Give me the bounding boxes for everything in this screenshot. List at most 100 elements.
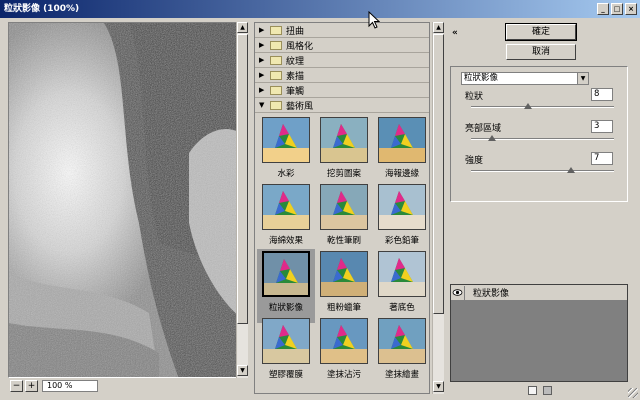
filter-select[interactable]: 粒狀影像 ▼ — [461, 72, 589, 85]
resize-grip-icon[interactable] — [628, 388, 638, 398]
ok-button[interactable]: 確定 — [505, 23, 577, 41]
param-label: 粒狀 — [465, 92, 484, 102]
param-slider-knob[interactable] — [488, 135, 497, 141]
scroll-thumb[interactable] — [237, 34, 248, 324]
filter-thumb[interactable]: 乾性筆刷 — [315, 182, 373, 256]
folder-icon — [270, 55, 282, 65]
param-value-input[interactable]: 7 — [591, 152, 613, 165]
filter-thumb-image — [262, 318, 310, 364]
filter-thumb-label: 乾性筆刷 — [326, 236, 361, 246]
preview-image — [9, 23, 247, 377]
filter-thumb-image — [378, 117, 426, 163]
trash-icon[interactable] — [543, 386, 552, 395]
category-3[interactable]: ▶ 素描 — [255, 68, 429, 83]
filter-thumb-label: 海綿效果 — [268, 236, 303, 246]
category-label: 紋理 — [286, 56, 305, 67]
filter-thumb[interactable]: 塑膠覆膜 — [257, 316, 315, 390]
folder-icon — [270, 70, 282, 80]
mouse-cursor-icon — [368, 11, 380, 29]
filter-thumb[interactable]: 海報邊緣 — [373, 115, 429, 189]
filter-thumb-label: 塑膠覆膜 — [268, 370, 303, 380]
chevron-right-icon[interactable]: ▶ — [259, 71, 267, 79]
filter-thumb[interactable]: 粗粉蠟筆 — [315, 249, 373, 323]
folder-icon — [270, 25, 282, 35]
category-1[interactable]: ▶ 風格化 — [255, 38, 429, 53]
filter-thumb-label: 挖剪圖案 — [326, 169, 361, 179]
chevron-right-icon[interactable]: ▶ — [259, 26, 267, 34]
chevron-right-icon[interactable]: ▶ — [259, 56, 267, 64]
cancel-button[interactable]: 取消 — [506, 44, 576, 60]
new-layer-icon[interactable] — [528, 386, 537, 395]
filter-thumb-image — [378, 184, 426, 230]
filter-params: 粒狀影像 ▼ 粒狀 8 亮部區域 3 強度 7 — [450, 66, 628, 202]
preview-canvas[interactable] — [8, 22, 248, 378]
filter-thumb[interactable]: 彩色鉛筆 — [373, 182, 429, 256]
zoom-out-button[interactable]: − — [10, 380, 23, 392]
param-slider-knob[interactable] — [567, 167, 576, 173]
filter-thumb-label: 粒狀影像 — [268, 303, 303, 313]
gallery-scroll-down[interactable]: ▼ — [433, 381, 444, 392]
filter-thumb-label: 粗粉蠟筆 — [326, 303, 361, 313]
category-label: 藝術風 — [286, 101, 314, 112]
filter-thumb[interactable]: 塗抹繪畫 — [373, 316, 429, 390]
effect-layer-name: 粒狀影像 — [473, 289, 510, 299]
collapse-gallery-icon[interactable]: « — [452, 28, 458, 38]
category-label: 素描 — [286, 71, 305, 82]
zoom-in-button[interactable]: + — [25, 380, 38, 392]
filter-thumb[interactable]: 粒狀影像 — [257, 249, 315, 323]
effect-layers: 粒狀影像 — [450, 284, 628, 382]
param-slider-track[interactable] — [471, 170, 614, 172]
folder-icon — [270, 85, 282, 95]
filter-thumb[interactable]: 海綿效果 — [257, 182, 315, 256]
category-label: 風格化 — [286, 41, 314, 52]
filter-thumb-label: 彩色鉛筆 — [384, 236, 419, 246]
filter-thumb-image — [320, 117, 368, 163]
category-label: 筆觸 — [286, 86, 305, 97]
chevron-down-icon[interactable]: ▼ — [259, 101, 267, 109]
param-value-input[interactable]: 3 — [591, 120, 613, 133]
category-0[interactable]: ▶ 扭曲 — [255, 23, 429, 38]
maximize-button[interactable]: □ — [611, 3, 623, 15]
filter-thumb-image — [320, 251, 368, 297]
chevron-down-icon[interactable]: ▼ — [577, 73, 588, 84]
param-slider-track[interactable] — [471, 106, 614, 108]
filter-thumb-label: 海報邊緣 — [384, 169, 419, 179]
preview-scrollbar[interactable]: ▲ ▼ — [236, 22, 248, 378]
category-2[interactable]: ▶ 紋理 — [255, 53, 429, 68]
filter-thumb[interactable]: 著底色 — [373, 249, 429, 323]
folder-icon — [270, 40, 282, 50]
filter-thumb-image — [320, 318, 368, 364]
filter-thumb-image — [378, 251, 426, 297]
filter-thumb-label: 著底色 — [389, 303, 415, 313]
gallery-scroll-up[interactable]: ▲ — [433, 22, 444, 33]
filter-thumb[interactable]: 水彩 — [257, 115, 315, 189]
zoom-level[interactable]: 100 % — [42, 380, 98, 392]
filter-thumb-image — [320, 184, 368, 230]
chevron-right-icon[interactable]: ▶ — [259, 41, 267, 49]
filter-thumb-image — [262, 117, 310, 163]
gallery-scroll-thumb[interactable] — [433, 34, 444, 314]
filter-gallery: ▶ 扭曲 ▶ 風格化 ▶ 紋理 ▶ 素描 ▶ 筆觸 ▼ 藝術風 水彩 挖剪圖案 海報邊緣海綿效果 乾性筆刷 彩… — [254, 22, 430, 394]
param-label: 強度 — [465, 156, 484, 166]
filter-thumb[interactable]: 塗抹沾污 — [315, 316, 373, 390]
minimize-button[interactable]: _ — [597, 3, 609, 15]
filter-thumb-label: 塗抹繪畫 — [384, 370, 419, 380]
gallery-scrollbar[interactable]: ▲ ▼ — [432, 22, 444, 394]
filter-thumb[interactable]: 挖剪圖案 — [315, 115, 373, 189]
category-label: 扭曲 — [286, 26, 305, 37]
settings-pane: « 確定 取消 粒狀影像 ▼ 粒狀 8 亮部區域 3 強度 7 粒狀影像 — [446, 22, 636, 398]
filter-thumb-image — [262, 184, 310, 230]
param-slider-knob[interactable] — [524, 103, 533, 109]
close-button[interactable]: × — [625, 3, 637, 15]
folder-icon — [270, 100, 282, 110]
scroll-down-arrow[interactable]: ▼ — [237, 365, 248, 376]
zoom-bar: − + 100 % — [8, 379, 248, 393]
eye-icon[interactable] — [451, 285, 465, 300]
effect-layer-row[interactable]: 粒狀影像 — [451, 285, 627, 301]
chevron-right-icon[interactable]: ▶ — [259, 86, 267, 94]
filter-select-value: 粒狀影像 — [464, 73, 499, 83]
param-value-input[interactable]: 8 — [591, 88, 613, 101]
scroll-up-arrow[interactable]: ▲ — [237, 22, 248, 33]
category-4[interactable]: ▶ 筆觸 — [255, 83, 429, 98]
category-5[interactable]: ▼ 藝術風 — [255, 98, 429, 113]
